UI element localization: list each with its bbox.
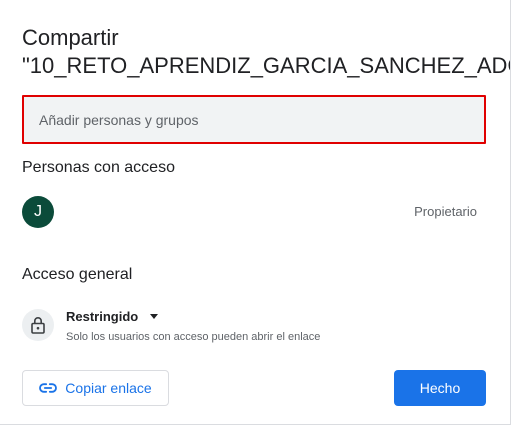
general-access-dropdown[interactable]: Restringido [66,306,159,326]
dialog-title-filename: "10_RETO_APRENDIZ_GARCIA_SANCHEZ_ADOLF [22,53,511,78]
add-people-field-wrapper [22,95,486,144]
general-access-description: Solo los usuarios con acceso pueden abri… [66,331,321,343]
add-people-input[interactable] [24,97,484,142]
copy-link-label: Copiar enlace [65,380,152,396]
done-button[interactable]: Hecho [394,370,486,406]
share-dialog: Compartir "10_RETO_APRENDIZ_GARCIA_SANCH… [0,0,511,425]
dialog-title: Compartir "10_RETO_APRENDIZ_GARCIA_SANCH… [22,24,511,80]
dialog-title-line1: Compartir [22,25,119,50]
caret-down-icon [150,313,159,319]
owner-role-label: Propietario [414,204,477,219]
link-icon [39,383,58,393]
general-access-selected: Restringido [66,308,139,324]
lock-icon [31,317,45,334]
done-button-label: Hecho [419,380,461,396]
avatar: J [22,196,54,228]
copy-link-button[interactable]: Copiar enlace [22,370,169,406]
avatar-initial: J [34,203,42,220]
lock-icon-badge [22,309,54,341]
people-with-access-heading: Personas con acceso [22,159,175,176]
general-access-heading: Acceso general [22,266,133,283]
